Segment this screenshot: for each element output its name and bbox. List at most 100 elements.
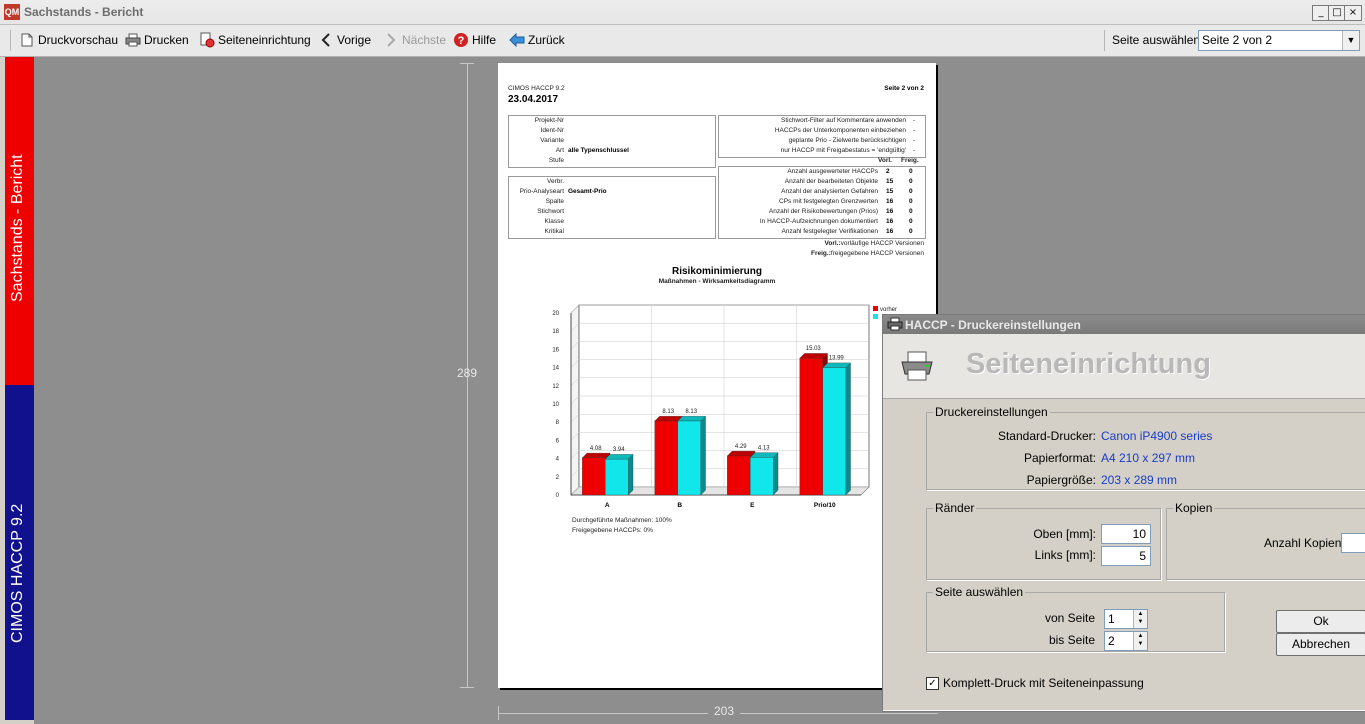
printer-settings-legend: Druckereinstellungen (933, 405, 1050, 419)
bar-side (773, 452, 779, 496)
bar-value-label: 8.13 (685, 409, 697, 415)
print-label: Drucken (144, 33, 189, 47)
legend-note-vorl: Vorl.:vorläufige HACCP Versionen (825, 240, 924, 247)
printer-icon (125, 32, 141, 48)
statistic-row-freig: 0 (909, 218, 913, 225)
standard-printer-value: Canon iP4900 series (1101, 429, 1213, 443)
x-tick-label: Prio/10 (814, 502, 836, 509)
height-dimension-tick (460, 687, 474, 688)
bar (582, 457, 606, 496)
sidebar-product-banner: CIMOS HACCP 9.2 (5, 385, 34, 720)
statistic-row-label: Anzahl festgelegter Verifikationen (781, 228, 878, 235)
app-icon: QM (4, 4, 20, 20)
bar-value-label: 15.03 (806, 346, 822, 352)
sidebar-report-title: Sachstands - Bericht (9, 154, 26, 302)
stepper-arrows-icon[interactable]: ▲ ▼ (1133, 632, 1147, 650)
legend-note-freig-key: Freig.: (811, 250, 831, 257)
bar-top (822, 362, 851, 368)
copies-input[interactable] (1341, 533, 1365, 553)
height-dimension-label: 289 (457, 366, 478, 380)
standard-printer-label: Standard-Drucker: (997, 429, 1096, 443)
bar (677, 420, 701, 496)
fit-page-checkbox[interactable]: ✓ (926, 677, 939, 690)
back-label: Zurück (528, 33, 565, 47)
filter-row-label: Art (555, 147, 564, 154)
bar-top (581, 452, 611, 459)
filter-row-label: Ident-Nr (540, 127, 564, 134)
statistic-row-freig: 0 (909, 198, 913, 205)
x-tick-label: E (750, 502, 755, 509)
ok-button[interactable]: Ok (1276, 610, 1365, 633)
next-label: Nächste (402, 33, 447, 47)
statistic-row-label: Anzahl der analysierten Gefahren (781, 188, 878, 195)
bar-top (749, 452, 779, 458)
bar (727, 455, 751, 496)
dialog-title: HACCP - Druckereinstellungen (905, 318, 1081, 332)
col-header-freig: Freig. (901, 157, 919, 164)
statistic-row-label: Anzahl der bearbeiteten Objekte (784, 178, 878, 185)
page-setup-button[interactable]: Seiteneinrichtung (199, 31, 311, 49)
statistic-row-freig: 0 (909, 188, 913, 195)
top-margin-input[interactable]: 10 (1101, 524, 1151, 544)
title-bar: QM Sachstands - Bericht _ □ × (0, 0, 1365, 25)
analysis-row-value: Gesamt-Prio (568, 188, 607, 195)
risk-chart: 0 2 4 6 8 10 12 14 16 18 20 4.08 3.94 A 8.13 8.13 B 4.29 4… (552, 304, 897, 509)
top-margin-label: Oben [mm]: (1033, 527, 1096, 541)
analysis-row-label: Verbr. (547, 178, 564, 185)
chevron-down-icon[interactable]: ▼ (1342, 31, 1359, 50)
cancel-button[interactable]: Abbrechen (1276, 633, 1365, 656)
statistic-row-vorl: 16 (886, 198, 894, 205)
option-row-label: HACCPs der Unterkomponenten einbeziehen (774, 127, 906, 134)
statistic-row-freig: 0 (909, 168, 913, 175)
left-margin-input[interactable]: 5 (1101, 546, 1151, 566)
chevron-left-icon (318, 32, 334, 48)
previous-button[interactable]: Vorige (318, 31, 371, 49)
analysis-row-label: Kritikal (544, 228, 564, 235)
page-select-dropdown[interactable]: Seite 2 von 2 ▼ (1198, 30, 1360, 51)
paper-size-value: 203 x 289 mm (1101, 473, 1178, 487)
legend-note-vorl-key: Vorl.: (824, 240, 841, 247)
to-page-stepper[interactable]: 2 ▲ ▼ (1104, 631, 1148, 651)
bar-side (628, 453, 634, 496)
bar-top (677, 416, 706, 422)
help-button[interactable]: ? Hilfe (453, 31, 496, 49)
footer-measures: Durchgeführte Maßnahmen: 100% (572, 517, 672, 524)
stepper-arrows-icon[interactable]: ▲ ▼ (1133, 610, 1147, 628)
chevron-right-icon (383, 32, 399, 48)
bar-value-label: 4.29 (735, 444, 747, 450)
print-button[interactable]: Drucken (125, 31, 189, 49)
width-dimension-tick (498, 706, 499, 720)
bar-top (726, 451, 756, 457)
analysis-row-label: Stichwort (537, 208, 564, 215)
option-row-value: - (913, 137, 916, 144)
legend-note-freig: Freig.:freigegebene HACCP Versionen (811, 250, 924, 257)
next-button[interactable]: Nächste (383, 31, 446, 49)
y-tick-label: 2 (556, 475, 560, 481)
help-label: Hilfe (472, 33, 497, 47)
option-row-label: geplante Prio - Zielwerte berücksichtige… (788, 137, 906, 144)
width-dimension-label: 203 (708, 704, 741, 718)
left-margin-label: Links [mm]: (1034, 548, 1096, 562)
y-tick-label: 0 (556, 493, 560, 499)
y-tick-label: 20 (552, 311, 559, 317)
statistic-row-vorl: 2 (886, 168, 890, 175)
print-preview-button[interactable]: Druckvorschau (19, 31, 118, 49)
bar (750, 457, 774, 496)
bar (822, 367, 846, 496)
bar (605, 458, 629, 496)
bar (799, 358, 823, 496)
statistic-row-freig: 0 (909, 178, 913, 185)
close-button[interactable]: × (1344, 5, 1362, 21)
y-tick-label: 4 (556, 457, 560, 463)
legend-swatch (873, 314, 878, 319)
option-row-label: nur HACCP mit Freigabestatus = 'endgülti… (780, 147, 906, 154)
statistic-row-label: Anzahl ausgewerteter HACCPs (787, 168, 878, 175)
statistic-row-vorl: 15 (886, 188, 894, 195)
to-page-value: 2 (1108, 634, 1115, 648)
back-button[interactable]: Zurück (509, 31, 565, 49)
y-tick-label: 16 (552, 347, 559, 353)
y-tick-label: 10 (552, 402, 559, 408)
height-dimension-tick (460, 63, 474, 64)
from-page-stepper[interactable]: 1 ▲ ▼ (1104, 609, 1148, 629)
to-page-label: bis Seite (1048, 633, 1095, 647)
